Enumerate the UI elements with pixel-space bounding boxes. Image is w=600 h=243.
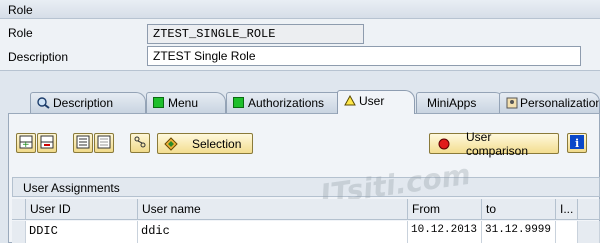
- row-selector[interactable]: [12, 221, 26, 243]
- deselect-all-icon: [97, 135, 111, 152]
- info-button[interactable]: i: [567, 133, 587, 153]
- tab-miniapps[interactable]: MiniApps: [416, 92, 505, 113]
- select-all-button[interactable]: [73, 133, 93, 153]
- cell-user-name[interactable]: ddic: [138, 221, 408, 243]
- tab-personalization[interactable]: Personalization: [499, 92, 600, 113]
- select-column-header[interactable]: [12, 199, 26, 220]
- role-label: Role: [8, 26, 33, 40]
- tab-user-label: User: [359, 94, 385, 108]
- info-icon: i: [570, 134, 584, 152]
- organizational-management-button[interactable]: [130, 133, 150, 153]
- scrollbar[interactable]: [578, 221, 600, 243]
- select-all-icon: [76, 135, 90, 152]
- column-header-user-name[interactable]: User name: [138, 199, 408, 220]
- green-square-icon: [153, 97, 164, 108]
- tab-personalization-label: Personalization: [520, 96, 600, 110]
- deselect-all-button[interactable]: [94, 133, 114, 153]
- selection-icon: [164, 136, 180, 151]
- role-field[interactable]: ZTEST_SINGLE_ROLE: [147, 24, 364, 44]
- svg-text:i: i: [575, 137, 579, 149]
- user-assignments-title: User Assignments: [12, 177, 600, 197]
- column-header-user-id[interactable]: User ID: [26, 199, 138, 220]
- personalization-icon: [506, 97, 518, 109]
- tab-authorizations-label: Authorizations: [248, 96, 325, 110]
- green-square-icon: [233, 97, 244, 108]
- role-group-title: Role: [0, 0, 600, 19]
- red-circle-icon: [438, 138, 450, 150]
- insert-row-button[interactable]: +: [16, 133, 36, 153]
- tab-description[interactable]: Description: [30, 92, 146, 113]
- user-comparison-label: User comparison: [466, 129, 529, 158]
- user-comparison-button[interactable]: User comparison: [429, 130, 559, 158]
- selection-button-label: Selection: [192, 136, 242, 151]
- tab-menu-label: Menu: [168, 96, 199, 110]
- column-header-to[interactable]: to: [482, 199, 556, 220]
- insert-row-icon: +: [19, 135, 33, 152]
- column-settings-header[interactable]: [578, 199, 600, 220]
- tab-user[interactable]: User: [337, 90, 415, 114]
- cell-i[interactable]: [556, 221, 578, 243]
- svg-text:+: +: [22, 140, 30, 149]
- tab-description-label: Description: [53, 96, 114, 110]
- selection-button[interactable]: Selection: [157, 133, 253, 154]
- column-header-i[interactable]: I...: [556, 199, 578, 220]
- cell-to[interactable]: 31.12.9999: [482, 221, 556, 243]
- tab-authorizations[interactable]: Authorizations: [226, 92, 350, 113]
- delete-row-icon: [40, 135, 54, 152]
- tab-miniapps-label: MiniApps: [427, 96, 477, 110]
- description-field[interactable]: ZTEST Single Role: [147, 46, 581, 66]
- cell-from[interactable]: 10.12.2013: [408, 221, 482, 243]
- cell-user-id[interactable]: DDIC: [26, 221, 138, 243]
- tab-menu[interactable]: Menu: [146, 92, 226, 113]
- yellow-triangle-icon: [344, 94, 356, 106]
- description-label: Description: [8, 50, 69, 64]
- delete-row-button[interactable]: [37, 133, 57, 153]
- description-icon: [37, 97, 50, 109]
- column-header-from[interactable]: From: [408, 199, 482, 220]
- tab-strip: Description Menu Authorizations User Min…: [14, 90, 600, 114]
- org-structure-icon: [133, 135, 147, 152]
